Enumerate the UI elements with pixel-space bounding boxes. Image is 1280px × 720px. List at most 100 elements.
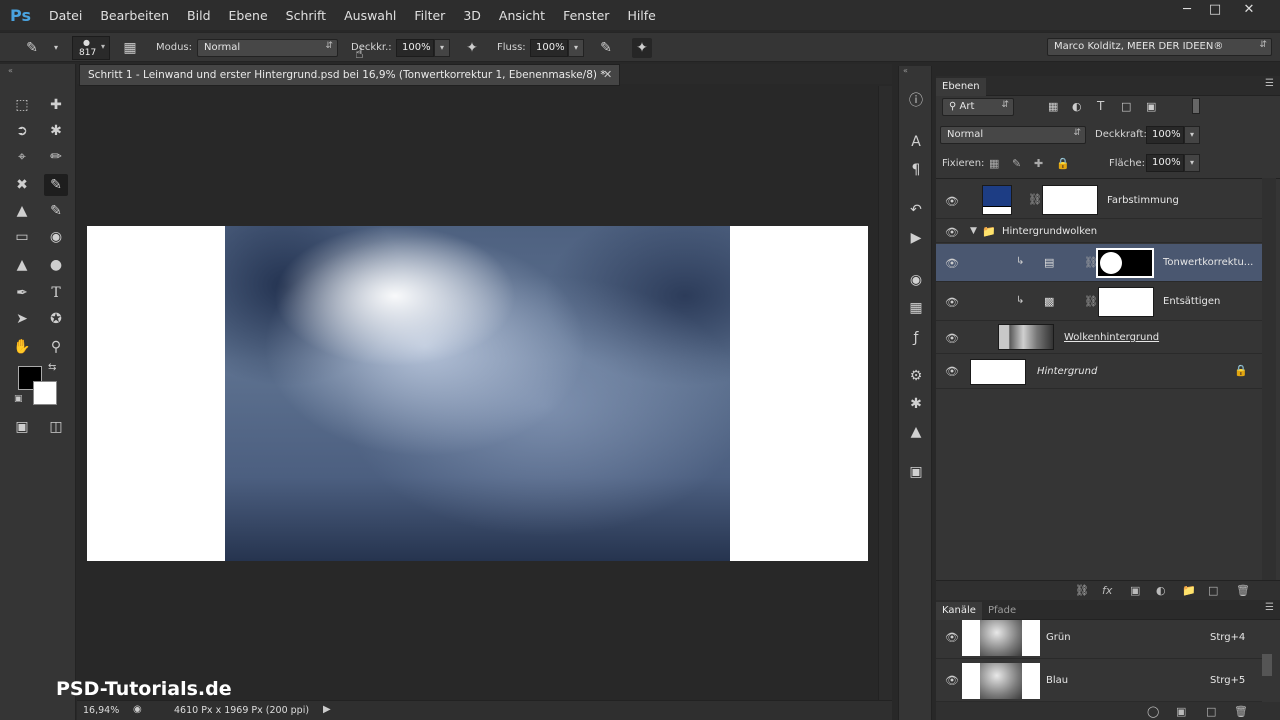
- color-palette-icon[interactable]: ◉: [905, 270, 927, 290]
- visibility-eye-icon[interactable]: 👁: [945, 631, 959, 644]
- collapse-arrows-icon[interactable]: «: [903, 66, 908, 75]
- layer-filter-select[interactable]: ⚲ Art ⇵: [942, 98, 1014, 116]
- group-expand-icon[interactable]: ▼: [970, 226, 977, 236]
- 3d-icon[interactable]: ▣: [905, 462, 927, 482]
- filter-pixel-icon[interactable]: ▦: [1048, 100, 1058, 113]
- visibility-eye-icon[interactable]: 👁: [945, 332, 959, 345]
- vertical-scrollbar[interactable]: [878, 86, 892, 700]
- panel-menu-icon[interactable]: ☰: [1265, 78, 1274, 89]
- menu-bearbeiten[interactable]: Bearbeiten: [91, 8, 178, 23]
- fill-dropdown[interactable]: ▾: [1184, 154, 1200, 172]
- menu-filter[interactable]: Filter: [405, 8, 454, 23]
- visibility-eye-icon[interactable]: 👁: [945, 674, 959, 687]
- info-icon[interactable]: ⓘ: [905, 91, 927, 111]
- paint-bucket-icon[interactable]: ◉: [44, 226, 68, 248]
- document-tab[interactable]: Schritt 1 - Leinwand und erster Hintergr…: [79, 64, 620, 86]
- mode-select[interactable]: Normal ⇵: [197, 39, 338, 57]
- trash-icon[interactable]: 🗑: [1236, 584, 1250, 597]
- brush-size-picker[interactable]: ● 817 ▾: [72, 36, 110, 60]
- layer-row-tonwertkorrektur[interactable]: 👁 ↳ ▤ ⛓ Tonwertkorrektu...: [936, 244, 1262, 282]
- visibility-eye-icon[interactable]: 👁: [945, 296, 959, 309]
- workspace-select[interactable]: Marco Kolditz, MEER DER IDEEN® ⇵: [1047, 38, 1272, 56]
- move-tool-icon[interactable]: ✚: [44, 94, 68, 116]
- actions-play-icon[interactable]: ▶: [905, 228, 927, 248]
- layer-opacity-input[interactable]: 100%: [1146, 126, 1184, 144]
- screen-mode-icon[interactable]: ◫: [44, 416, 68, 438]
- opacity-dropdown-button[interactable]: ▾: [434, 39, 450, 57]
- layer-mask-thumbnail[interactable]: [1042, 185, 1098, 215]
- menu-bild[interactable]: Bild: [178, 8, 219, 23]
- status-info-icon[interactable]: ◉: [133, 704, 142, 715]
- new-layer-icon[interactable]: □: [1208, 584, 1218, 597]
- load-selection-icon[interactable]: ◯: [1147, 705, 1159, 718]
- status-menu-arrow-icon[interactable]: ▶: [323, 704, 331, 715]
- zoom-level[interactable]: 16,94%: [83, 705, 119, 716]
- type-tool-icon[interactable]: T: [44, 282, 68, 304]
- new-adjustment-icon[interactable]: ◐: [1156, 584, 1166, 597]
- filter-adjustment-icon[interactable]: ◐: [1072, 100, 1082, 113]
- filter-shape-icon[interactable]: □: [1121, 100, 1131, 113]
- trash-icon[interactable]: 🗑: [1234, 705, 1248, 718]
- pressure-opacity-icon[interactable]: ✦: [462, 38, 482, 58]
- zoom-tool-icon[interactable]: ⚲: [44, 336, 68, 358]
- brush-panel-toggle-icon[interactable]: ▦: [120, 38, 140, 58]
- clone-stamp-icon[interactable]: ▲: [10, 200, 34, 222]
- new-group-icon[interactable]: 📁: [1182, 584, 1196, 597]
- brush-tool-icon[interactable]: ✎: [44, 174, 68, 196]
- filter-type-icon[interactable]: T: [1097, 99, 1104, 113]
- blur-tool-icon[interactable]: ▲: [10, 254, 34, 276]
- menu-fenster[interactable]: Fenster: [554, 8, 618, 23]
- layer-mask-thumbnail[interactable]: [1098, 287, 1154, 317]
- link-chain-icon[interactable]: ⛓: [1028, 193, 1042, 206]
- filter-smart-object-icon[interactable]: ▣: [1146, 100, 1156, 113]
- eyedropper-icon[interactable]: ✏: [44, 146, 68, 168]
- dodge-tool-icon[interactable]: ●: [44, 254, 68, 276]
- lasso-tool-icon[interactable]: ➲: [10, 120, 34, 142]
- background-color-swatch[interactable]: [33, 381, 57, 405]
- opacity-input[interactable]: 100%: [396, 39, 434, 57]
- visibility-eye-icon[interactable]: 👁: [945, 226, 959, 239]
- flow-dropdown-button[interactable]: ▾: [568, 39, 584, 57]
- brush-tool-preset-icon[interactable]: ✎: [22, 38, 42, 58]
- filter-toggle-switch[interactable]: [1192, 98, 1200, 114]
- menu-hilfe[interactable]: Hilfe: [618, 8, 664, 23]
- history-icon[interactable]: ↶: [905, 200, 927, 220]
- styles-fx-icon[interactable]: ƒ: [905, 328, 927, 348]
- lock-position-icon[interactable]: ✚: [1034, 157, 1043, 170]
- link-chain-icon[interactable]: ⛓: [1084, 295, 1098, 308]
- menu-datei[interactable]: Datei: [40, 8, 91, 23]
- adjustments-icon[interactable]: ⚙: [905, 366, 927, 386]
- magic-wand-icon[interactable]: ✱: [44, 120, 68, 142]
- lock-all-icon[interactable]: 🔒: [1056, 157, 1070, 170]
- visibility-eye-icon[interactable]: 👁: [945, 195, 959, 208]
- maximize-icon[interactable]: □: [1200, 0, 1230, 18]
- paragraph-icon[interactable]: ¶: [905, 160, 927, 180]
- quick-mask-icon[interactable]: ▣: [10, 416, 34, 438]
- menu-schrift[interactable]: Schrift: [277, 8, 335, 23]
- visibility-eye-icon[interactable]: 👁: [945, 257, 959, 270]
- default-colors-icon[interactable]: ▣: [14, 394, 23, 404]
- shape-tool-icon[interactable]: ✪: [44, 308, 68, 330]
- menu-auswahl[interactable]: Auswahl: [335, 8, 405, 23]
- pen-tool-icon[interactable]: ✒: [10, 282, 34, 304]
- menu-3d[interactable]: 3D: [454, 8, 490, 23]
- airbrush-icon[interactable]: ✎: [596, 38, 616, 58]
- new-channel-icon[interactable]: □: [1206, 705, 1216, 718]
- channel-row-blau[interactable]: 👁 Blau Strg+5: [936, 660, 1262, 702]
- history-brush-icon[interactable]: ✎: [44, 200, 68, 222]
- save-selection-icon[interactable]: ▣: [1176, 705, 1186, 718]
- link-layers-icon[interactable]: ⛓: [1075, 584, 1089, 597]
- visibility-eye-icon[interactable]: 👁: [945, 365, 959, 378]
- tab-ebenen[interactable]: Ebenen: [936, 78, 986, 96]
- healing-brush-icon[interactable]: ✖: [10, 174, 34, 196]
- swatches-icon[interactable]: ▦: [905, 298, 927, 318]
- pressure-size-icon[interactable]: ✦: [632, 38, 652, 58]
- layer-opacity-dropdown[interactable]: ▾: [1184, 126, 1200, 144]
- layer-row-hintergrund[interactable]: 👁 Hintergrund 🔒: [936, 355, 1262, 389]
- hand-tool-icon[interactable]: ✋: [10, 336, 34, 358]
- close-icon[interactable]: ✕: [1234, 0, 1264, 18]
- channel-row-gruen[interactable]: 👁 Grün Strg+4: [936, 617, 1262, 659]
- minimize-icon[interactable]: ─: [1172, 0, 1202, 18]
- path-selection-icon[interactable]: ➤: [10, 308, 34, 330]
- swap-colors-icon[interactable]: ⇆: [48, 362, 56, 373]
